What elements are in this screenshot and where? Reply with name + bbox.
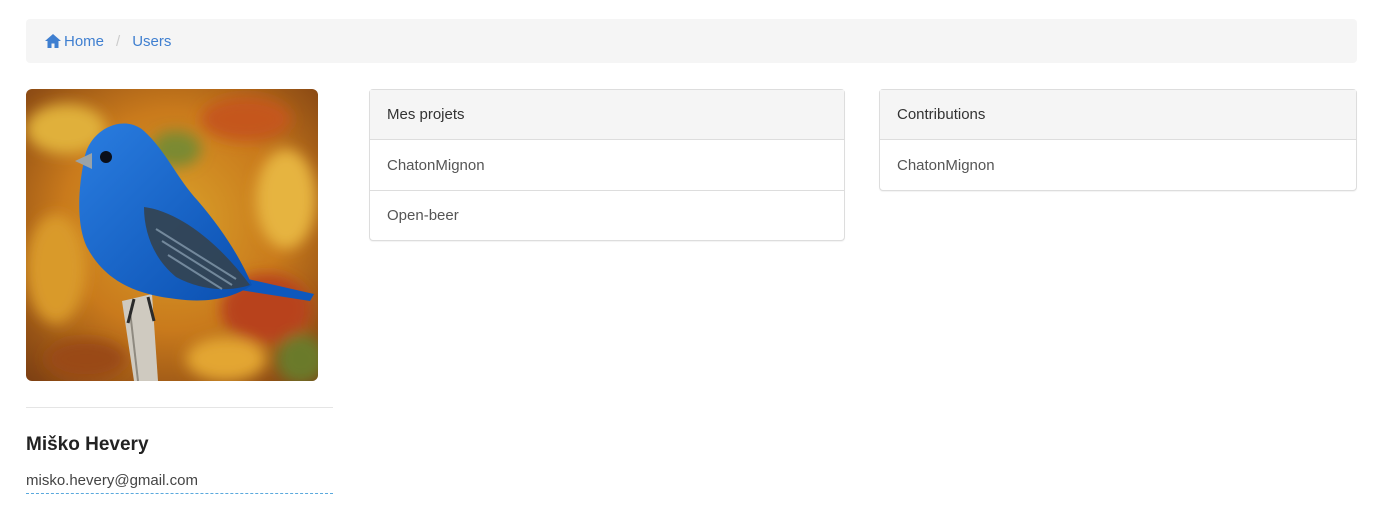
user-email-link[interactable]: misko.hevery@gmail.com (26, 472, 333, 494)
project-item[interactable]: Open-beer (370, 190, 844, 240)
user-name: Miško Hevery (26, 434, 149, 455)
breadcrumb: Home / Users (26, 19, 1357, 63)
contribution-item[interactable]: ChatonMignon (880, 140, 1356, 190)
contributions-panel-heading: Contributions (880, 90, 1356, 140)
breadcrumb-users-link[interactable]: Users (132, 33, 171, 50)
avatar (26, 89, 318, 381)
breadcrumb-users-label: Users (132, 32, 172, 50)
blue-bird-photo (26, 89, 318, 381)
home-icon (45, 34, 61, 48)
project-item[interactable]: ChatonMignon (370, 140, 844, 190)
contributions-panel: Contributions ChatonMignon (879, 89, 1357, 191)
projects-panel-heading: Mes projets (370, 90, 844, 140)
breadcrumb-home-label: Home (64, 32, 105, 50)
breadcrumb-separator: / (116, 32, 121, 50)
profile-divider (26, 407, 333, 408)
breadcrumb-home-link[interactable]: Home (44, 33, 104, 50)
projects-panel: Mes projets ChatonMignon Open-beer (369, 89, 845, 241)
